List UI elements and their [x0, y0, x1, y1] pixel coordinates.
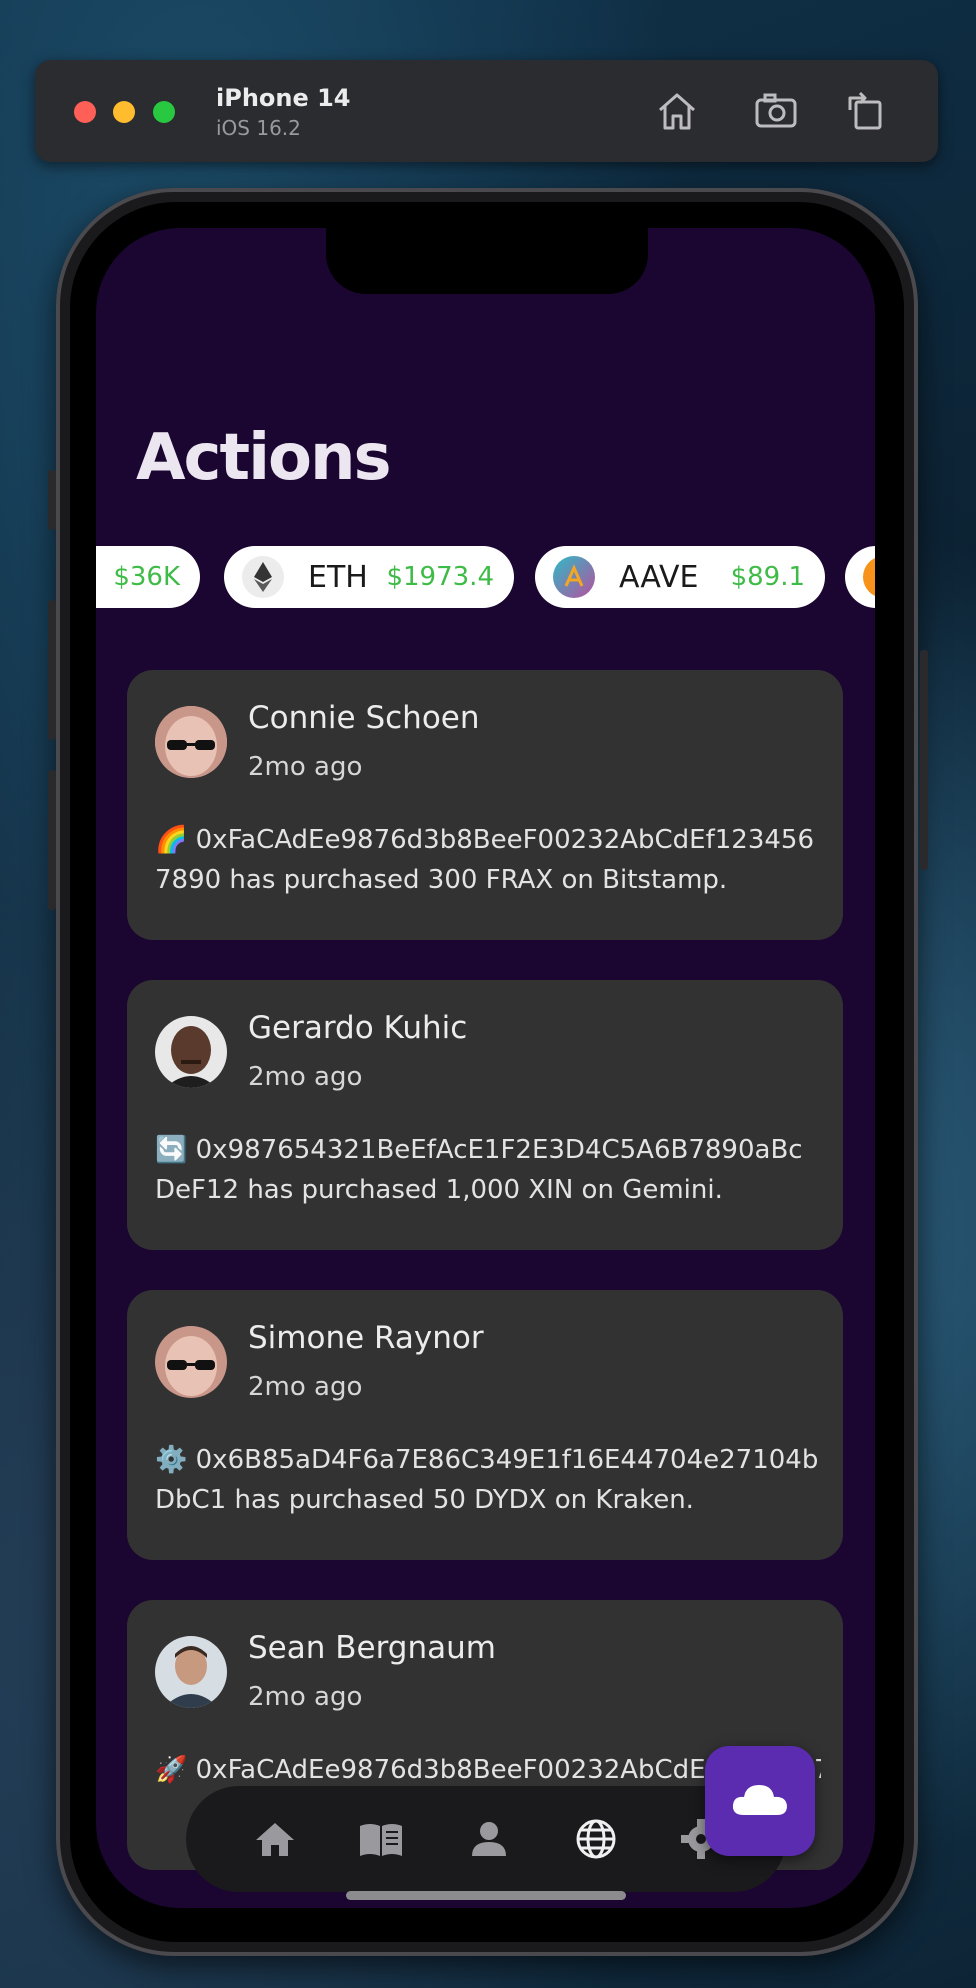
ticker-pill-next[interactable]	[845, 546, 875, 608]
minimize-window-button[interactable]	[113, 101, 135, 123]
person-icon[interactable]	[464, 1814, 514, 1864]
ticker-price: $36K	[113, 562, 180, 592]
activity-message: ⚙️ 0x6B85aD4F6a7E86C349E1f16E44704e27104…	[155, 1445, 819, 1515]
activity-message: 🔄 0x987654321BeEfAcE1F2E3D4C5A6B7890aBcD…	[155, 1135, 803, 1205]
notch	[326, 228, 648, 294]
avatar[interactable]	[155, 1326, 227, 1398]
cloud-icon	[730, 1779, 790, 1823]
timestamp: 2mo ago	[248, 752, 363, 782]
mute-switch	[48, 470, 56, 530]
device-name: iPhone 14	[216, 84, 351, 112]
aave-icon	[553, 556, 595, 598]
avatar[interactable]	[155, 706, 227, 778]
app-screen: Actions $36K ETH $1973.4 AAVE $89.1 Conn…	[96, 228, 875, 1908]
avatar[interactable]	[155, 1016, 227, 1088]
activity-card[interactable]: Connie Schoen 2mo ago 🌈 0xFaCAdEe9876d3b…	[127, 670, 843, 940]
activity-message: 🌈 0xFaCAdEe9876d3b8BeeF00232AbCdEf123456…	[155, 825, 815, 895]
ethereum-icon	[242, 556, 284, 598]
timestamp: 2mo ago	[248, 1372, 363, 1402]
timestamp: 2mo ago	[248, 1062, 363, 1092]
coin-icon	[863, 556, 875, 598]
home-indicator[interactable]	[346, 1891, 626, 1900]
timestamp: 2mo ago	[248, 1682, 363, 1712]
book-icon[interactable]	[356, 1814, 406, 1864]
ticker-pill-btc[interactable]: $36K	[96, 546, 200, 608]
power-button	[920, 650, 928, 870]
user-name: Simone Raynor	[248, 1320, 484, 1356]
price-ticker[interactable]: $36K ETH $1973.4 AAVE $89.1	[96, 546, 875, 608]
ticker-symbol: ETH	[308, 559, 368, 595]
activity-card[interactable]: Simone Raynor 2mo ago ⚙️ 0x6B85aD4F6a7E8…	[127, 1290, 843, 1560]
cloud-button[interactable]	[705, 1746, 815, 1856]
avatar[interactable]	[155, 1636, 227, 1708]
volume-down-button	[48, 770, 56, 910]
bottom-nav	[186, 1786, 786, 1892]
os-version: iOS 16.2	[216, 116, 301, 140]
user-name: Sean Bergnaum	[248, 1630, 496, 1666]
home-icon[interactable]	[652, 86, 702, 136]
user-name: Connie Schoen	[248, 700, 480, 736]
page-title: Actions	[136, 421, 392, 495]
screenshot-icon[interactable]	[751, 86, 801, 136]
globe-icon[interactable]	[571, 1814, 621, 1864]
user-name: Gerardo Kuhic	[248, 1010, 468, 1046]
volume-up-button	[48, 600, 56, 740]
ticker-pill-eth[interactable]: ETH $1973.4	[224, 546, 514, 608]
activity-card[interactable]: Gerardo Kuhic 2mo ago 🔄 0x987654321BeEfA…	[127, 980, 843, 1250]
close-window-button[interactable]	[74, 101, 96, 123]
rotate-icon[interactable]	[840, 86, 890, 136]
simulator-toolbar: iPhone 14 iOS 16.2	[35, 60, 938, 162]
ticker-pill-aave[interactable]: AAVE $89.1	[535, 546, 825, 608]
ticker-price: $1973.4	[386, 562, 494, 592]
ticker-symbol: AAVE	[619, 559, 699, 595]
ticker-price: $89.1	[730, 562, 805, 592]
zoom-window-button[interactable]	[153, 101, 175, 123]
home-icon[interactable]	[250, 1814, 300, 1864]
